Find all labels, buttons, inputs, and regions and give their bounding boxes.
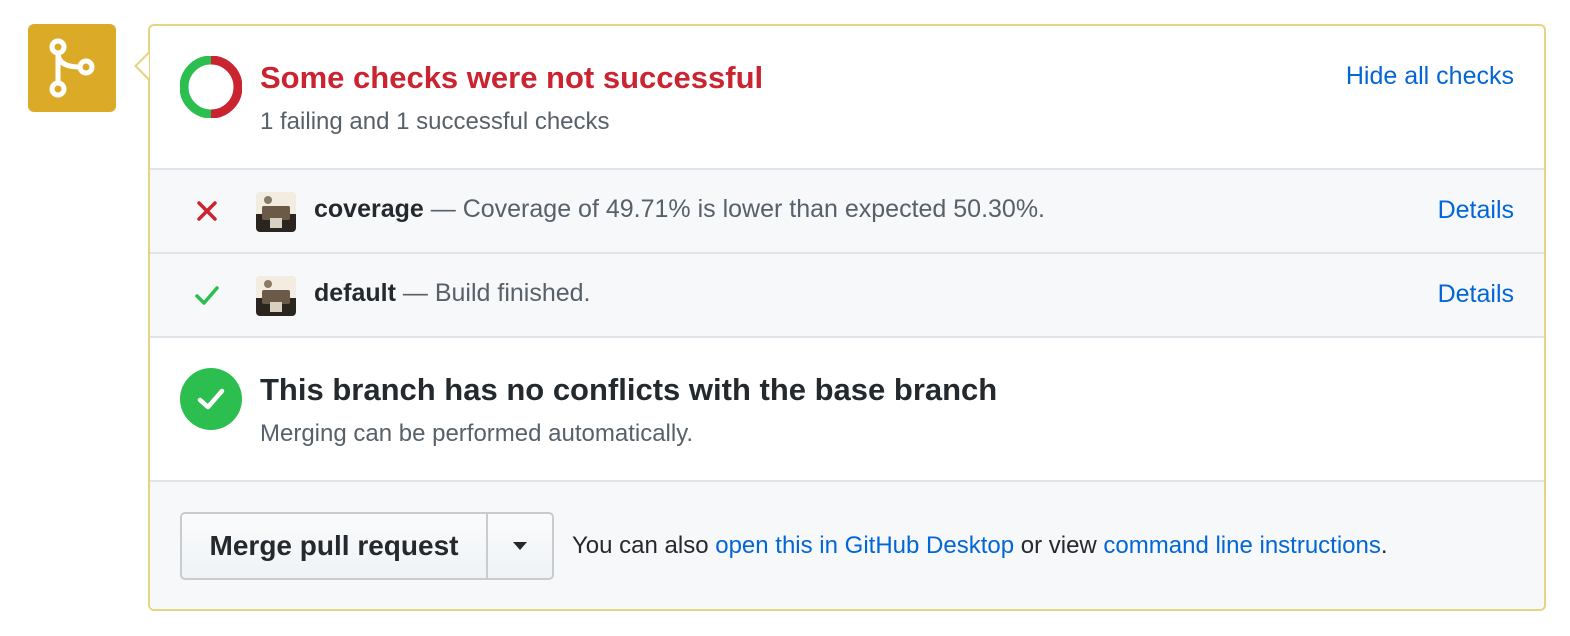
merge-alternatives-note: You can also open this in GitHub Desktop… (572, 532, 1388, 560)
check-details-link[interactable]: Details (1438, 196, 1514, 225)
branch-status-subtitle: Merging can be performed automatically. (260, 420, 694, 447)
check-text: coverage — Coverage of 49.71% is lower t… (314, 195, 1045, 224)
check-name: default (314, 279, 396, 307)
check-icon (192, 280, 222, 310)
merge-button-group: Merge pull request (180, 512, 554, 580)
branch-status-title: This branch has no conflicts with the ba… (260, 372, 998, 407)
checks-status-title: Some checks were not successful (260, 60, 764, 95)
merge-note-suffix: . (1380, 532, 1388, 559)
merge-note-prefix: You can also (572, 532, 716, 559)
checks-status-subtitle: 1 failing and 1 successful checks (260, 108, 610, 135)
caret-down-icon (513, 542, 527, 550)
check-name: coverage (314, 195, 424, 223)
checks-summary: Some checks were not successful 1 failin… (150, 26, 1544, 170)
check-row-default: default — Build finished. Details (150, 254, 1544, 338)
merge-actions: Merge pull request You can also open thi… (150, 482, 1544, 609)
status-donut-icon (180, 56, 242, 118)
panel-pointer-inner (137, 54, 149, 78)
check-circle-icon (180, 368, 242, 430)
command-line-instructions-link[interactable]: command line instructions (1103, 532, 1380, 559)
check-description: — Build finished. (402, 279, 591, 307)
check-row-coverage: coverage — Coverage of 49.71% is lower t… (150, 170, 1544, 254)
branch-status: This branch has no conflicts with the ba… (150, 338, 1544, 482)
merge-status-panel: Some checks were not successful 1 failin… (148, 24, 1546, 611)
merge-note-middle: or view (1014, 532, 1104, 559)
check-text: default — Build finished. (314, 279, 591, 308)
check-description: — Coverage of 49.71% is lower than expec… (430, 195, 1046, 223)
hide-all-checks-link[interactable]: Hide all checks (1346, 62, 1514, 91)
avatar (256, 276, 296, 316)
git-merge-glyph (49, 38, 95, 98)
git-merge-icon (28, 24, 116, 112)
merge-options-dropdown-button[interactable] (488, 514, 552, 578)
merge-pull-request-button[interactable]: Merge pull request (182, 514, 488, 578)
open-in-github-desktop-link[interactable]: open this in GitHub Desktop (715, 532, 1014, 559)
x-icon (192, 196, 222, 226)
avatar (256, 192, 296, 232)
check-details-link[interactable]: Details (1438, 280, 1514, 309)
